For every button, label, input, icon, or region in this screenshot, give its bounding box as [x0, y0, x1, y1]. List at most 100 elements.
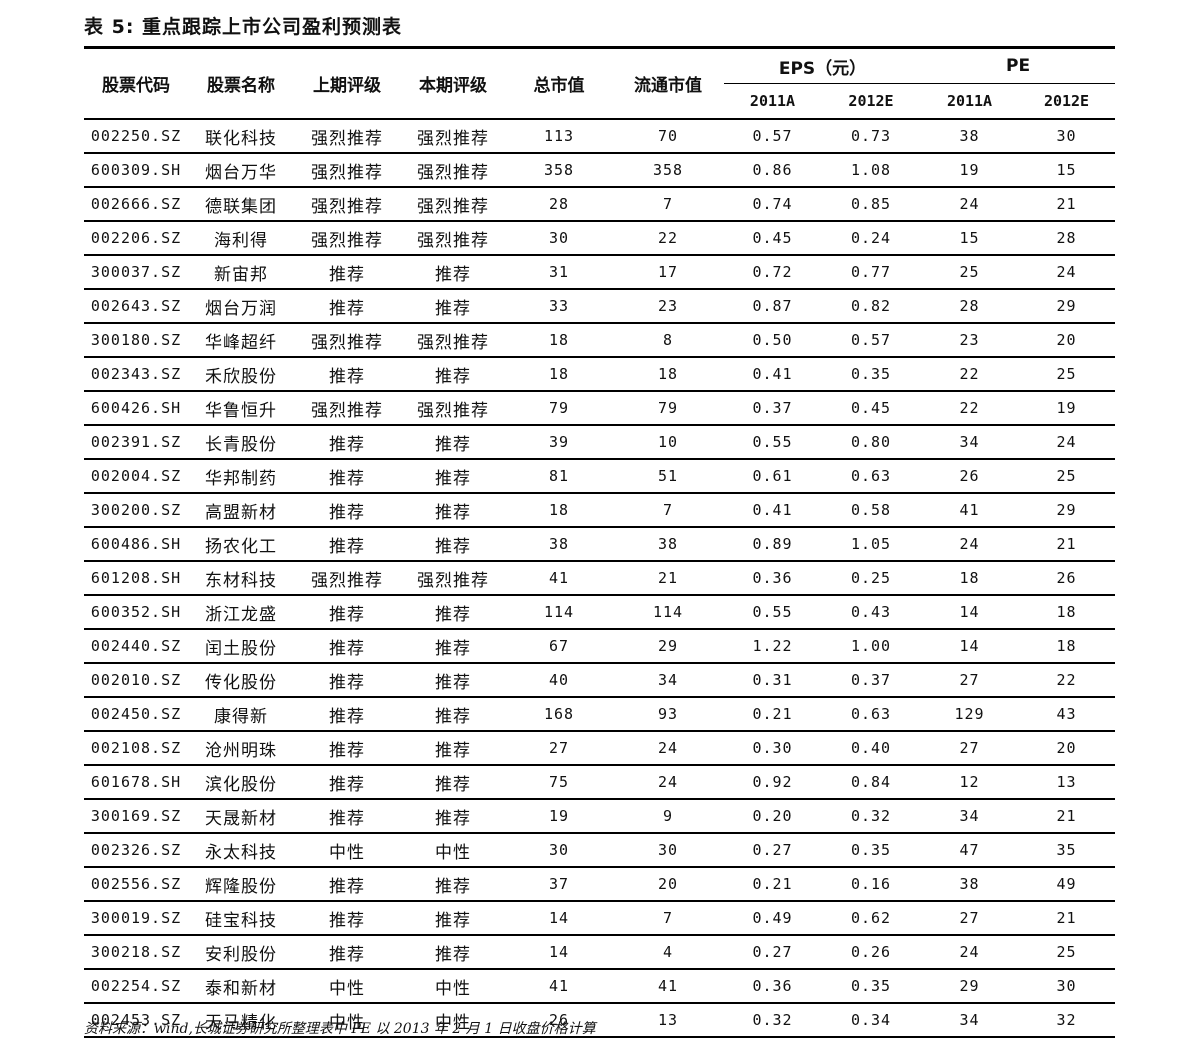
- stock-code-cell: 600309.SH: [84, 153, 188, 188]
- curr-rating-cell: 推荐: [400, 357, 506, 392]
- float-cap-cell: 9: [612, 799, 724, 834]
- market-cap-cell: 41: [506, 969, 612, 1004]
- pe-2012-cell: 18: [1018, 629, 1116, 664]
- eps-2011-cell: 0.89: [724, 527, 821, 562]
- stock-name-cell: 华峰超纤: [188, 323, 294, 358]
- table-row: 002250.SZ 联化科技 强烈推荐 强烈推荐 113 70 0.57 0.73 38 30: [84, 119, 1116, 154]
- market-cap-cell: 81: [506, 459, 612, 494]
- eps-2011-cell: 0.86: [724, 153, 821, 188]
- table-row: 601208.SH 东材科技 强烈推荐 强烈推荐 41 21 0.36 0.25 18 26: [84, 561, 1116, 596]
- market-cap-cell: 18: [506, 493, 612, 528]
- stock-name-cell: 禾欣股份: [188, 357, 294, 392]
- table-row: 002643.SZ 烟台万润 推荐 推荐 33 23 0.87 0.82 28 29: [84, 289, 1116, 324]
- eps-2011-cell: 0.45: [724, 221, 821, 256]
- table-row: 300200.SZ 高盟新材 推荐 推荐 18 7 0.41 0.58 41 29: [84, 493, 1116, 528]
- float-cap-cell: 34: [612, 663, 724, 698]
- stock-code-cell: 002108.SZ: [84, 731, 188, 766]
- table-row: 002326.SZ 永太科技 中性 中性 30 30 0.27 0.35 47 35: [84, 833, 1116, 868]
- eps-2012-cell: 0.63: [821, 459, 922, 494]
- pe-2011-cell: 38: [921, 867, 1019, 902]
- float-cap-cell: 79: [612, 391, 724, 426]
- eps-2011-cell: 0.74: [724, 187, 821, 222]
- stock-code-cell: 002004.SZ: [84, 459, 188, 494]
- float-cap-cell: 21: [612, 561, 724, 596]
- market-cap-cell: 30: [506, 833, 612, 868]
- pe-2011-cell: 34: [921, 1003, 1019, 1038]
- table-row: 600486.SH 扬农化工 推荐 推荐 38 38 0.89 1.05 24 21: [84, 527, 1116, 562]
- eps-2011-cell: 0.41: [724, 357, 821, 392]
- table-row: 002450.SZ 康得新 推荐 推荐 168 93 0.21 0.63 129 43: [84, 697, 1116, 732]
- market-cap-cell: 40: [506, 663, 612, 698]
- stock-code-cell: 002010.SZ: [84, 663, 188, 698]
- market-cap-cell: 75: [506, 765, 612, 800]
- prev-rating-cell: 推荐: [294, 629, 400, 664]
- eps-2012-cell: 0.58: [821, 493, 922, 528]
- float-cap-cell: 24: [612, 765, 724, 800]
- table-row: 300180.SZ 华峰超纤 强烈推荐 强烈推荐 18 8 0.50 0.57 23 20: [84, 323, 1116, 358]
- prev-rating-cell: 强烈推荐: [294, 153, 400, 188]
- pe-2012-cell: 25: [1018, 935, 1116, 970]
- float-cap-cell: 22: [612, 221, 724, 256]
- stock-name-cell: 康得新: [188, 697, 294, 732]
- pe-2012-cell: 30: [1018, 119, 1116, 154]
- eps-2011-cell: 0.36: [724, 561, 821, 596]
- eps-2012-cell: 0.16: [821, 867, 922, 902]
- market-cap-cell: 37: [506, 867, 612, 902]
- pe-2011-cell: 34: [921, 425, 1019, 460]
- prev-rating-cell: 推荐: [294, 595, 400, 630]
- prev-rating-cell: 强烈推荐: [294, 221, 400, 256]
- pe-2012-cell: 22: [1018, 663, 1116, 698]
- prev-rating-cell: 中性: [294, 833, 400, 868]
- float-cap-cell: 30: [612, 833, 724, 868]
- earnings-forecast-table: 股票代码 股票名称 上期评级 本期评级 总市值 流通市值 EPS（元） PE 2…: [84, 46, 1116, 1038]
- pe-2011-cell: 27: [921, 901, 1019, 936]
- eps-2012-cell: 0.57: [821, 323, 922, 358]
- stock-code-cell: 600486.SH: [84, 527, 188, 562]
- float-cap-cell: 7: [612, 187, 724, 222]
- eps-2011-cell: 0.50: [724, 323, 821, 358]
- stock-name-cell: 华邦制药: [188, 459, 294, 494]
- pe-2011-cell: 28: [921, 289, 1019, 324]
- float-cap-cell: 114: [612, 595, 724, 630]
- pe-2012-cell: 24: [1018, 255, 1116, 290]
- prev-rating-cell: 推荐: [294, 799, 400, 834]
- pe-2011-cell: 26: [921, 459, 1019, 494]
- eps-2012-cell: 1.00: [821, 629, 922, 664]
- pe-2011-cell: 47: [921, 833, 1019, 868]
- stock-code-cell: 300200.SZ: [84, 493, 188, 528]
- eps-2011-cell: 0.21: [724, 867, 821, 902]
- stock-code-cell: 002343.SZ: [84, 357, 188, 392]
- float-cap-cell: 358: [612, 153, 724, 188]
- eps-2011-cell: 0.55: [724, 595, 821, 630]
- pe-2011-cell: 129: [921, 697, 1019, 732]
- eps-2012-cell: 0.85: [821, 187, 922, 222]
- table-row: 002556.SZ 辉隆股份 推荐 推荐 37 20 0.21 0.16 38 49: [84, 867, 1116, 902]
- float-cap-cell: 17: [612, 255, 724, 290]
- pe-2011-cell: 41: [921, 493, 1019, 528]
- stock-name-cell: 东材科技: [188, 561, 294, 596]
- float-cap-cell: 20: [612, 867, 724, 902]
- pe-2012-cell: 21: [1018, 527, 1116, 562]
- table-row: 600426.SH 华鲁恒升 强烈推荐 强烈推荐 79 79 0.37 0.45 22 19: [84, 391, 1116, 426]
- curr-rating-cell: 推荐: [400, 731, 506, 766]
- table-row: 002254.SZ 泰和新材 中性 中性 41 41 0.36 0.35 29 30: [84, 969, 1116, 1004]
- float-cap-cell: 93: [612, 697, 724, 732]
- eps-2012-cell: 0.24: [821, 221, 922, 256]
- prev-rating-cell: 推荐: [294, 765, 400, 800]
- header-float-cap: 流通市值: [612, 47, 724, 120]
- eps-2011-cell: 0.41: [724, 493, 821, 528]
- eps-2011-cell: 0.49: [724, 901, 821, 936]
- pe-2012-cell: 26: [1018, 561, 1116, 596]
- stock-code-cell: 600352.SH: [84, 595, 188, 630]
- prev-rating-cell: 推荐: [294, 935, 400, 970]
- eps-2011-cell: 0.32: [724, 1003, 821, 1038]
- stock-name-cell: 硅宝科技: [188, 901, 294, 936]
- market-cap-cell: 14: [506, 935, 612, 970]
- float-cap-cell: 23: [612, 289, 724, 324]
- eps-2012-cell: 0.34: [821, 1003, 922, 1038]
- float-cap-cell: 10: [612, 425, 724, 460]
- eps-2011-cell: 0.72: [724, 255, 821, 290]
- market-cap-cell: 358: [506, 153, 612, 188]
- stock-code-cell: 300169.SZ: [84, 799, 188, 834]
- eps-2011-cell: 0.27: [724, 935, 821, 970]
